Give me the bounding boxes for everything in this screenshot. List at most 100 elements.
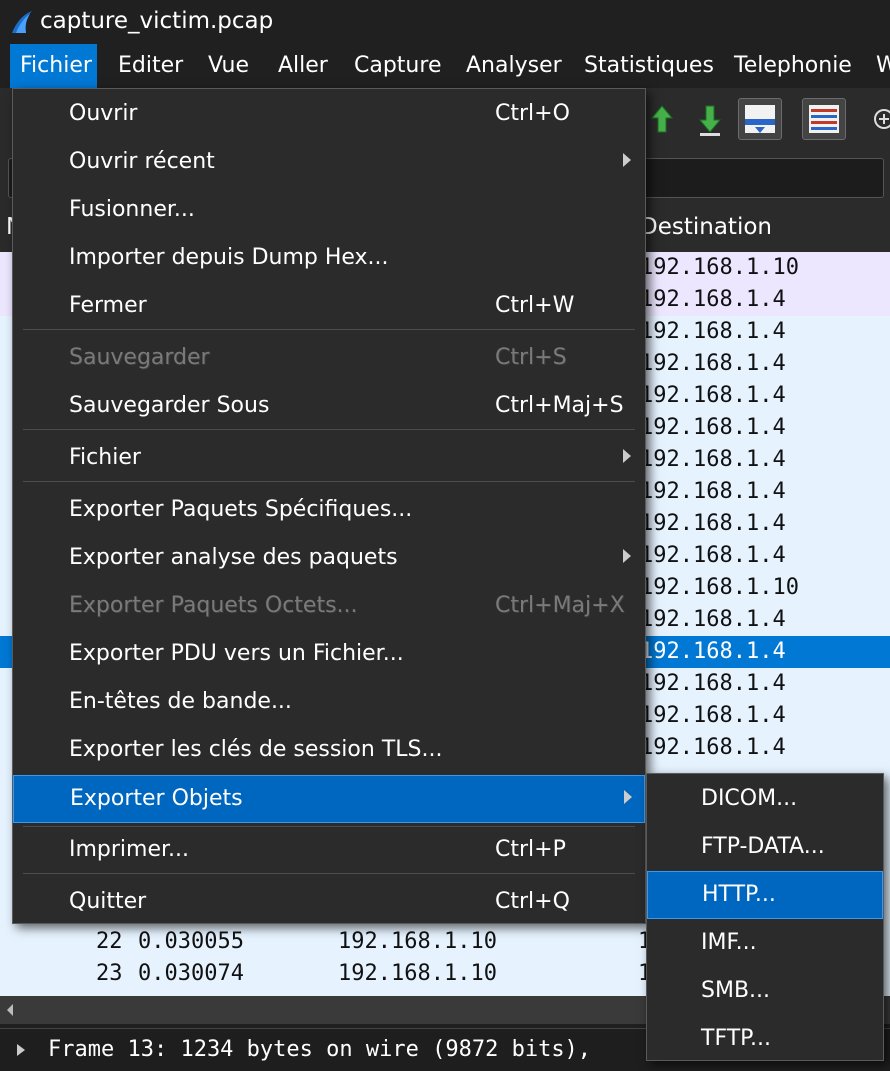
- menu-separator: [23, 481, 635, 482]
- submenu-item-ftp-data[interactable]: FTP-DATA...: [647, 824, 883, 872]
- wireshark-fin-icon: [12, 11, 32, 33]
- go-last-packet-button[interactable]: [688, 98, 732, 140]
- submenu-item-dicom[interactable]: DICOM...: [647, 776, 883, 824]
- cell-source: 192.168.1.10: [338, 961, 497, 986]
- menu-capture[interactable]: Capture: [354, 44, 441, 88]
- menu-item-imprimer[interactable]: Imprimer... Ctrl+P: [13, 827, 645, 875]
- menu-item-label: Fichier: [69, 445, 141, 470]
- menu-item-sauvegarder-sous[interactable]: Sauvegarder Sous Ctrl+Maj+S: [13, 383, 645, 431]
- cell-destination: 192.168.1.4: [640, 479, 786, 504]
- cell-destination: 192.168.1.4: [640, 415, 786, 440]
- menu-item-exporter-cles-tls[interactable]: Exporter les clés de session TLS...: [13, 727, 645, 775]
- menu-item-ouvrir-recent[interactable]: Ouvrir récent: [13, 139, 645, 187]
- colorize-icon: [809, 105, 839, 133]
- menu-item-exporter-analyse[interactable]: Exporter analyse des paquets: [13, 535, 645, 583]
- arrow-up-icon: [650, 105, 674, 133]
- menu-separator: [23, 873, 635, 874]
- zoom-in-icon: [874, 109, 890, 129]
- menu-item-exporter-pdu[interactable]: Exporter PDU vers un Fichier...: [13, 631, 645, 679]
- menu-statistiques[interactable]: Statistiques: [584, 44, 714, 88]
- menu-item-exporter-objets[interactable]: Exporter Objets: [13, 775, 645, 823]
- submenu-arrow-icon: [623, 549, 631, 563]
- menu-item-fermer[interactable]: Fermer Ctrl+W: [13, 283, 645, 331]
- menu-item-quitter[interactable]: Quitter Ctrl+Q: [13, 879, 645, 927]
- cell-destination: 192.168.1.4: [640, 607, 786, 632]
- cell-time: 0.030074: [138, 961, 244, 986]
- menu-item-label: Exporter PDU vers un Fichier...: [69, 641, 404, 666]
- menu-item-label: Fusionner...: [69, 197, 195, 222]
- menu-item-label: En-têtes de bande...: [69, 689, 292, 714]
- menu-analyser[interactable]: Analyser: [466, 44, 562, 88]
- cell-destination: 192.168.1.4: [640, 735, 786, 760]
- go-first-packet-button[interactable]: [640, 98, 684, 140]
- menu-separator: [23, 429, 635, 430]
- expand-arrow-icon[interactable]: [14, 1042, 28, 1058]
- menu-wireless[interactable]: W: [876, 44, 890, 88]
- menu-item-label: Imprimer...: [69, 837, 190, 862]
- cell-no: 23: [96, 961, 123, 986]
- cell-source: 192.168.1.10: [338, 929, 497, 954]
- submenu-arrow-icon: [623, 153, 631, 167]
- cell-destination: 192.168.1.4: [640, 639, 786, 664]
- menu-item-shortcut: Ctrl+Q: [495, 889, 570, 914]
- submenu-item-imf[interactable]: IMF...: [647, 920, 883, 968]
- menu-item-ouvrir[interactable]: Ouvrir Ctrl+O: [13, 91, 645, 139]
- cell-time: 0.030055: [138, 929, 244, 954]
- menu-item-shortcut: Ctrl+Maj+X: [495, 593, 625, 618]
- submenu-item-label: IMF...: [701, 930, 757, 955]
- export-objects-submenu: DICOM... FTP-DATA... HTTP... IMF... SMB.…: [646, 773, 884, 1061]
- submenu-item-http[interactable]: HTTP...: [647, 871, 883, 919]
- menu-aller[interactable]: Aller: [278, 44, 328, 88]
- menu-item-label: Exporter Paquets Spécifiques...: [69, 497, 413, 522]
- cell-destination: 192.168.1.4: [640, 543, 786, 568]
- menu-item-entetes-bande[interactable]: En-têtes de bande...: [13, 679, 645, 727]
- autoscroll-icon: [745, 105, 775, 133]
- menu-item-exporter-octets: Exporter Paquets Octets... Ctrl+Maj+X: [13, 583, 645, 631]
- menu-item-label: Exporter Paquets Octets...: [69, 593, 358, 618]
- menu-item-label: Quitter: [69, 889, 147, 914]
- menu-item-shortcut: Ctrl+W: [495, 293, 575, 318]
- menu-item-shortcut: Ctrl+P: [495, 837, 566, 862]
- cell-destination: 192.168.1.4: [640, 287, 786, 312]
- submenu-arrow-icon: [624, 790, 632, 804]
- submenu-item-smb[interactable]: SMB...: [647, 968, 883, 1016]
- menu-item-label: Ouvrir récent: [69, 149, 215, 174]
- cell-destination: 192.168.1.4: [640, 671, 786, 696]
- cell-destination: 192.168.1.4: [640, 447, 786, 472]
- zoom-in-button[interactable]: [866, 98, 890, 140]
- menu-item-shortcut: Ctrl+S: [495, 345, 567, 370]
- column-destination[interactable]: Destination: [640, 214, 772, 240]
- cell-destination: 192.168.1.10: [640, 575, 799, 600]
- title-bar: capture_victim.pcap: [0, 0, 890, 44]
- frame-summary[interactable]: Frame 13: 1234 bytes on wire (9872 bits)…: [48, 1037, 591, 1062]
- menu-item-label: Exporter les clés de session TLS...: [69, 737, 443, 762]
- cell-no: 22: [96, 929, 123, 954]
- cell-destination: 192.168.1.4: [640, 351, 786, 376]
- menu-item-label: Exporter analyse des paquets: [69, 545, 398, 570]
- menu-editer[interactable]: Editer: [118, 44, 183, 88]
- menu-item-shortcut: Ctrl+O: [495, 101, 570, 126]
- menu-item-label: Exporter Objets: [70, 786, 243, 811]
- submenu-item-label: SMB...: [701, 978, 771, 1003]
- autoscroll-button[interactable]: [738, 98, 782, 140]
- colorize-button[interactable]: [802, 98, 846, 140]
- submenu-item-label: HTTP...: [702, 882, 776, 907]
- menu-separator: [23, 329, 635, 330]
- cell-destination: 192.168.1.10: [640, 255, 799, 280]
- menu-item-fusionner[interactable]: Fusionner...: [13, 187, 645, 235]
- menu-item-importer-dump-hex[interactable]: Importer depuis Dump Hex...: [13, 235, 645, 283]
- menu-telephonie[interactable]: Telephonie: [734, 44, 852, 88]
- menu-item-fichier-set[interactable]: Fichier: [13, 435, 645, 483]
- window-title: capture_victim.pcap: [40, 8, 274, 34]
- submenu-item-tftp[interactable]: TFTP...: [647, 1016, 883, 1064]
- menu-vue[interactable]: Vue: [208, 44, 249, 88]
- menu-fichier[interactable]: Fichier: [10, 44, 97, 88]
- submenu-item-label: TFTP...: [701, 1026, 771, 1051]
- submenu-item-label: FTP-DATA...: [701, 834, 825, 859]
- submenu-item-label: DICOM...: [701, 786, 798, 811]
- menu-item-exporter-paquets-specifiques[interactable]: Exporter Paquets Spécifiques...: [13, 487, 645, 535]
- menu-bar: Fichier Editer Vue Aller Capture Analyse…: [0, 44, 890, 88]
- menu-item-label: Sauvegarder Sous: [69, 393, 270, 418]
- scroll-left-icon[interactable]: [0, 996, 20, 1024]
- submenu-arrow-icon: [623, 449, 631, 463]
